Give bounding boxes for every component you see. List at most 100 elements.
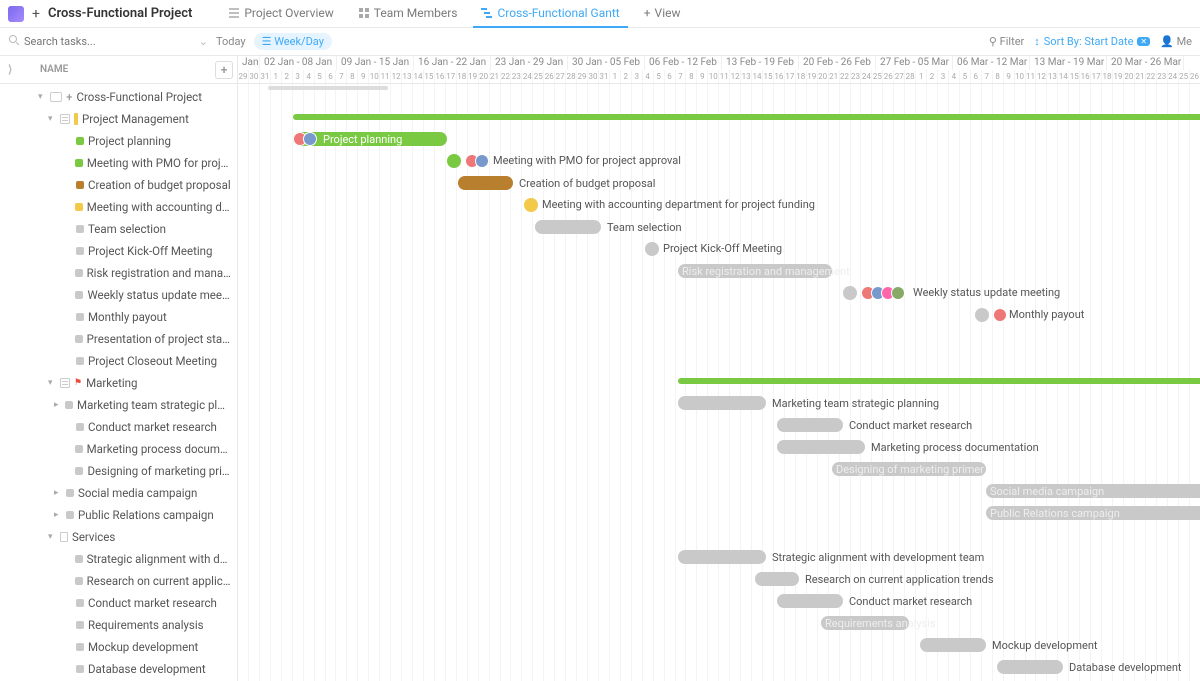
day-header[interactable]: 8 <box>686 70 697 84</box>
day-header[interactable]: 6 <box>326 70 337 84</box>
task-row[interactable]: ▾Services <box>0 526 237 548</box>
week-header[interactable]: 30 Jan - 05 Feb <box>568 56 645 70</box>
day-header[interactable]: 21 <box>490 70 501 84</box>
day-header[interactable]: 26 <box>544 70 555 84</box>
day-header[interactable]: 28 <box>905 70 916 84</box>
day-header[interactable]: 12 <box>730 70 741 84</box>
day-header[interactable]: 18 <box>457 70 468 84</box>
chevron-icon[interactable]: ▸ <box>54 510 62 520</box>
week-header[interactable]: 02 Jan - 08 Jan <box>260 56 337 70</box>
day-header[interactable]: 14 <box>1058 70 1069 84</box>
week-header[interactable]: 20 Mar - 26 Mar <box>1107 56 1184 70</box>
day-header[interactable]: 30 <box>249 70 260 84</box>
day-header[interactable]: 24 <box>1168 70 1179 84</box>
gantt-milestone[interactable] <box>975 308 989 322</box>
day-header[interactable]: 24 <box>861 70 872 84</box>
day-header[interactable]: 25 <box>1179 70 1190 84</box>
day-header[interactable]: 11 <box>1026 70 1037 84</box>
task-row[interactable]: Project Closeout Meeting <box>0 350 237 372</box>
gantt-task-bar[interactable]: Marketing process documentation <box>777 440 865 454</box>
day-header[interactable]: 25 <box>872 70 883 84</box>
day-header[interactable]: 15 <box>424 70 435 84</box>
day-header[interactable]: 23 <box>511 70 522 84</box>
day-header[interactable]: 23 <box>1157 70 1168 84</box>
day-header[interactable]: 10 <box>369 70 380 84</box>
day-header[interactable]: 19 <box>807 70 818 84</box>
day-header[interactable]: 22 <box>1146 70 1157 84</box>
day-header[interactable]: 1 <box>610 70 621 84</box>
day-header[interactable]: 21 <box>1135 70 1146 84</box>
task-row[interactable]: ▾⚑Marketing <box>0 372 237 394</box>
gantt-task-bar[interactable]: Project planning <box>293 132 447 146</box>
chevron-icon[interactable]: ▸ <box>54 488 62 498</box>
day-header[interactable]: 7 <box>336 70 347 84</box>
weekday-toggle[interactable]: ☰ Week/Day <box>254 33 332 50</box>
day-header[interactable]: 5 <box>960 70 971 84</box>
gantt-task-bar[interactable]: Designing of marketing primer <box>832 462 986 476</box>
day-header[interactable]: 1 <box>271 70 282 84</box>
chevron-down-icon[interactable]: ⌄ <box>199 35 208 48</box>
task-row[interactable]: ▸Social media campaign <box>0 482 237 504</box>
gantt-task-bar[interactable]: Mockup development <box>920 638 986 652</box>
chevron-icon[interactable]: ▾ <box>48 532 56 542</box>
day-header[interactable]: 17 <box>1091 70 1102 84</box>
day-header[interactable]: 13 <box>1047 70 1058 84</box>
day-header[interactable]: 9 <box>358 70 369 84</box>
task-row[interactable]: Weekly status update meeting <box>0 284 237 306</box>
day-header[interactable]: 4 <box>304 70 315 84</box>
week-header[interactable]: 16 Jan - 22 Jan <box>414 56 491 70</box>
task-row[interactable]: ▸Marketing team strategic planning <box>0 394 237 416</box>
gantt-task-bar[interactable]: Marketing team strategic planning <box>678 396 766 410</box>
day-header[interactable]: 30 <box>588 70 599 84</box>
week-header[interactable]: 06 Mar - 12 Mar <box>953 56 1030 70</box>
day-header[interactable]: 17 <box>446 70 457 84</box>
tab-team[interactable]: Team Members <box>350 0 466 28</box>
day-header[interactable]: 14 <box>413 70 424 84</box>
chevron-icon[interactable]: ▾ <box>48 114 56 124</box>
day-header[interactable]: 22 <box>840 70 851 84</box>
day-header[interactable]: 3 <box>938 70 949 84</box>
week-header[interactable]: 09 Jan - 15 Jan <box>337 56 414 70</box>
day-header[interactable]: 17 <box>785 70 796 84</box>
me-button[interactable]: 👤 Me <box>1160 35 1192 48</box>
day-header[interactable]: 12 <box>391 70 402 84</box>
gantt-task-bar[interactable]: Research on current application trends <box>755 572 799 586</box>
week-header[interactable]: 27 Feb - 05 Mar <box>876 56 953 70</box>
task-row[interactable]: Designing of marketing primer <box>0 460 237 482</box>
chevron-icon[interactable]: ▾ <box>38 92 46 102</box>
day-header[interactable]: 7 <box>982 70 993 84</box>
today-button[interactable]: Today <box>216 35 246 48</box>
gantt-task-bar[interactable]: Conduct market research <box>777 418 843 432</box>
day-header[interactable]: 2 <box>282 70 293 84</box>
day-header[interactable]: 19 <box>1113 70 1124 84</box>
task-row[interactable]: Monthly payout <box>0 306 237 328</box>
day-header[interactable]: 22 <box>501 70 512 84</box>
day-header[interactable]: 16 <box>435 70 446 84</box>
task-row[interactable]: ▸Public Relations campaign <box>0 504 237 526</box>
add-column-button[interactable]: + <box>215 61 233 79</box>
task-row[interactable]: ▾+Cross-Functional Project <box>0 86 237 108</box>
day-header[interactable]: 15 <box>763 70 774 84</box>
week-header[interactable]: Jan <box>238 56 260 70</box>
gantt-task-bar[interactable]: Team selection <box>535 220 601 234</box>
day-header[interactable]: 26 <box>1190 70 1200 84</box>
task-row[interactable]: Conduct market research <box>0 592 237 614</box>
task-row[interactable]: Strategic alignment with develop... <box>0 548 237 570</box>
sortby-button[interactable]: ↕ Sort By: Start Date ✕ <box>1034 35 1150 48</box>
task-row[interactable]: Conduct market research <box>0 416 237 438</box>
task-row[interactable]: Mockup development <box>0 636 237 658</box>
task-row[interactable]: Meeting with PMO for project a... <box>0 152 237 174</box>
day-header[interactable]: 16 <box>774 70 785 84</box>
week-header[interactable]: 13 Feb - 19 Feb <box>722 56 799 70</box>
gantt-task-bar[interactable]: Database development <box>997 660 1063 674</box>
task-row[interactable]: Project planning <box>0 130 237 152</box>
gantt-milestone[interactable] <box>645 242 659 256</box>
day-header[interactable]: 9 <box>1004 70 1015 84</box>
gantt-task-bar[interactable]: Social media campaign <box>986 484 1200 498</box>
gantt-task-bar[interactable]: Conduct market research <box>777 594 843 608</box>
day-header[interactable]: 19 <box>468 70 479 84</box>
gantt-group-bar[interactable] <box>293 114 1200 120</box>
day-header[interactable]: 8 <box>347 70 358 84</box>
day-header[interactable]: 23 <box>851 70 862 84</box>
gantt-group-bar[interactable] <box>678 378 1200 384</box>
